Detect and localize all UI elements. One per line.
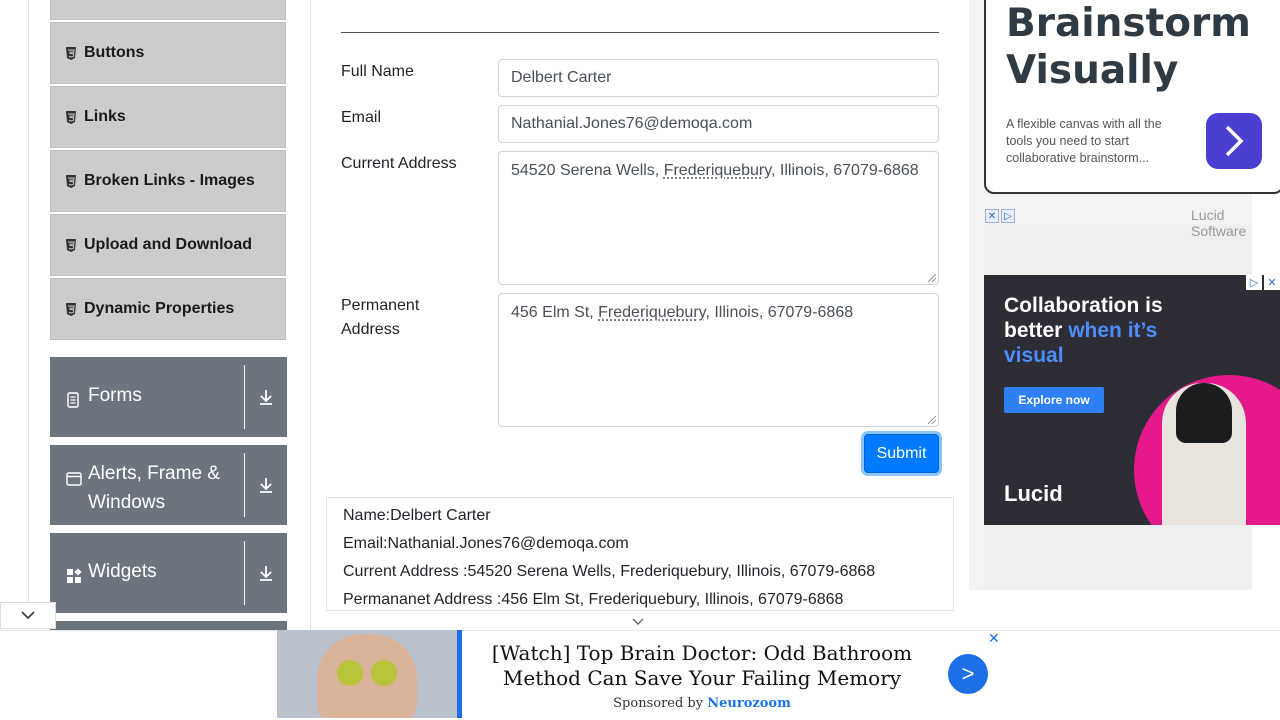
ad-next-button[interactable] <box>1206 113 1262 169</box>
group-label: Widgets <box>88 561 157 582</box>
current-address-suffix: , Illinois, 67079-6868 <box>771 162 919 179</box>
html5-icon <box>65 110 77 124</box>
ad-face <box>317 634 417 718</box>
download-icon[interactable] <box>245 533 287 613</box>
current-address-textarea[interactable]: 54520 Serena Wells, Frederiquebury, Illi… <box>498 151 939 285</box>
email-label: Email <box>341 109 382 126</box>
output-permanent-address: Permananet Address :456 Elm St, Frederiq… <box>343 591 844 608</box>
html5-icon <box>65 238 77 252</box>
current-address-label: Current Address <box>341 155 457 172</box>
close-icon[interactable]: ✕ <box>988 630 1000 647</box>
permanent-address-label: Permanent Address <box>341 297 420 338</box>
html5-icon <box>65 174 77 188</box>
sidebar-item-broken-links[interactable]: Broken Links - Images <box>50 150 286 212</box>
ad-apple <box>371 660 397 686</box>
sidebar-item-label: Links <box>84 108 126 125</box>
ad-person-hair <box>1176 383 1232 443</box>
output-name: Name:Delbert Carter <box>343 507 491 524</box>
sidebar-item-partial[interactable] <box>50 0 286 20</box>
output-email: Email:Nathanial.Jones76@demoqa.com <box>343 535 629 552</box>
sidebar-item-label: Broken Links - Images <box>84 172 255 189</box>
bottom-ad-sponsor: Sponsored by Neurozoom <box>613 696 791 711</box>
submit-button[interactable]: Submit <box>864 434 939 473</box>
document-icon <box>66 388 88 417</box>
chevron-down-icon <box>20 607 36 625</box>
sidebar-item-label: Buttons <box>84 44 145 61</box>
ad-stripe <box>457 630 462 718</box>
bottom-ad-go-button[interactable]: > <box>948 654 988 694</box>
html5-icon <box>65 46 77 60</box>
lucid-logo: Lucid <box>1004 481 1063 506</box>
permanent-address-prefix: 456 Elm St, <box>511 304 599 321</box>
bottom-ad-title[interactable]: [Watch] Top Brain Doctor: Odd Bathroom M… <box>478 641 926 691</box>
form-top-divider <box>341 32 939 33</box>
sidebar-group-widgets[interactable]: Widgets <box>50 533 287 613</box>
sponsor-name[interactable]: Neurozoom <box>707 696 791 711</box>
page: { "sidebar": { "elements_items": [ {"lab… <box>0 0 1280 720</box>
full-name-input[interactable]: Delbert Carter <box>498 59 939 97</box>
current-address-city: Frederiquebury <box>663 162 771 179</box>
ad-banner-headline: Collaboration is better when it’s visual <box>1004 293 1204 368</box>
ad-subtext: A flexible canvas with all the tools you… <box>1006 117 1162 165</box>
permanent-address-suffix: , Illinois, 67079-6868 <box>705 304 854 321</box>
widgets-icon <box>66 564 88 593</box>
sidebar-item-buttons[interactable]: Buttons <box>50 22 286 84</box>
close-icon[interactable]: ✕ <box>1264 275 1280 290</box>
full-name-value: Delbert Carter <box>511 69 612 86</box>
sidebar-item-links[interactable]: Links <box>50 86 286 148</box>
close-icon[interactable]: ✕ <box>985 209 999 223</box>
permanent-address-textarea[interactable]: 456 Elm St, Frederiquebury, Illinois, 67… <box>498 293 939 427</box>
ad-choices[interactable]: ▷ ✕ <box>1246 275 1280 290</box>
sidebar-item-upload-download[interactable]: Upload and Download <box>50 214 286 276</box>
ad-choices[interactable]: ✕ ▷ <box>985 209 1015 223</box>
explore-now-button[interactable]: Explore now <box>1004 387 1104 413</box>
sidebar-item-label: Upload and Download <box>84 236 252 253</box>
current-address-prefix: 54520 Serena Wells, <box>511 162 664 179</box>
ad-info-icon[interactable]: ▷ <box>1246 275 1262 290</box>
sidebar-group-alerts[interactable]: Alerts, Frame & Windows <box>50 445 287 525</box>
sidebar-item-label: Dynamic Properties <box>84 300 235 317</box>
ad-headline: Brainstorm Visually <box>1006 1 1251 93</box>
group-label: Forms <box>88 385 142 406</box>
sidebar-group-forms[interactable]: Forms <box>50 357 287 437</box>
chevron-down-icon[interactable] <box>631 613 645 631</box>
ad-apple <box>337 660 363 686</box>
ad-brand: Lucid Software <box>1191 207 1247 239</box>
group-label: Alerts, Frame & Windows <box>88 463 220 513</box>
html5-icon <box>65 302 77 316</box>
full-name-label: Full Name <box>341 63 414 80</box>
email-input[interactable]: Nathanial.Jones76@demoqa.com <box>498 105 939 143</box>
output-current-address: Current Address :54520 Serena Wells, Fre… <box>343 563 876 580</box>
collapse-ad-button[interactable] <box>0 602 56 629</box>
email-value: Nathanial.Jones76@demoqa.com <box>511 115 753 132</box>
download-icon[interactable] <box>245 357 287 437</box>
window-icon <box>66 466 88 495</box>
bottom-ad-image[interactable] <box>277 630 462 718</box>
output-box: Name:Delbert Carter Email:Nathanial.Jone… <box>326 497 954 611</box>
permanent-address-city: Frederiquebury <box>598 304 706 321</box>
download-icon[interactable] <box>245 445 287 525</box>
ad-info-icon[interactable]: ▷ <box>1001 209 1015 223</box>
sidebar-item-dynamic-properties[interactable]: Dynamic Properties <box>50 278 286 340</box>
left-border <box>28 0 29 630</box>
sidebar-separator <box>310 0 311 630</box>
ad-banner[interactable]: Collaboration is better when it’s visual… <box>984 275 1280 525</box>
